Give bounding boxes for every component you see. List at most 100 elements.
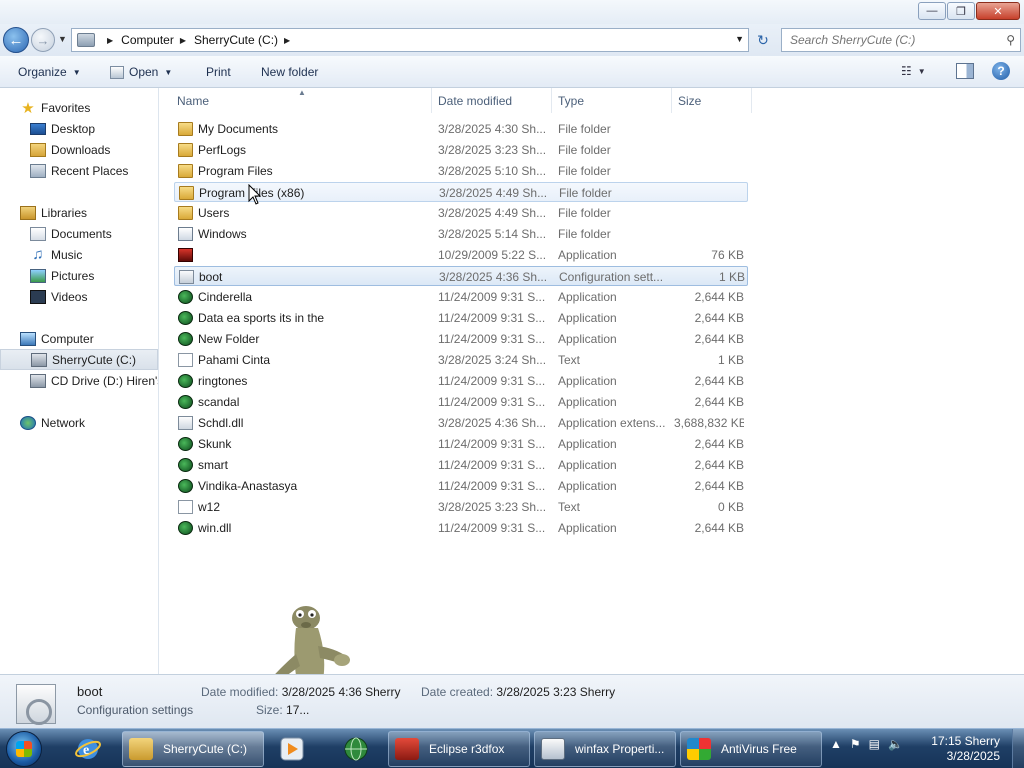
column-label: Name: [177, 93, 210, 108]
search-icon[interactable]: ⚲: [1006, 33, 1015, 47]
details-label: Date created:: [421, 685, 494, 699]
refresh-button[interactable]: ↻: [752, 28, 774, 52]
back-button[interactable]: ←: [3, 27, 29, 53]
taskbar-eclipse[interactable]: Eclipse r3dfox: [388, 731, 530, 767]
file-row[interactable]: smart 11/24/2009 9:31 S... Application 2,64…: [174, 455, 748, 475]
file-row[interactable]: Users 3/28/2025 4:49 Sh... File folder: [174, 203, 748, 223]
file-row[interactable]: PerfLogs 3/28/2025 3:23 Sh... File folder: [174, 140, 748, 160]
media-player-icon: [280, 737, 304, 761]
file-name: boot: [199, 270, 223, 284]
file-row[interactable]: Windows 3/28/2025 5:14 Sh... File folder: [174, 224, 748, 244]
breadcrumb-drive-c[interactable]: SherryCute (C:): [194, 33, 278, 47]
volume-muted-icon[interactable]: 🔈: [888, 737, 903, 751]
change-view-button[interactable]: ☷ ▼: [901, 64, 926, 78]
file-row[interactable]: Data ea sports its in the 11/24/2009 9:31…: [174, 308, 748, 328]
column-header-type[interactable]: Type: [552, 88, 672, 113]
column-header-size[interactable]: Size: [672, 88, 752, 113]
nav-label: Network: [41, 415, 86, 430]
minimize-button[interactable]: —: [918, 2, 946, 20]
file-date: 11/24/2009 9:31 S...: [438, 374, 546, 388]
taskbar-antivirus[interactable]: AntiVirus Free: [680, 731, 822, 767]
nav-music[interactable]: ♫ Music: [0, 244, 158, 265]
folder-icon: [178, 164, 193, 178]
file-date: 3/28/2025 3:24 Sh...: [438, 353, 547, 367]
details-date-modified: Date modified: 3/28/2025 4:36 Sherry: [201, 685, 400, 699]
file-row[interactable]: w12 3/28/2025 3:23 Sh... Text 0 KB: [174, 497, 748, 517]
breadcrumb-arrow-icon[interactable]: ▶: [107, 36, 113, 45]
nav-network[interactable]: Network: [0, 412, 158, 433]
nav-recent-places[interactable]: Recent Places: [0, 160, 158, 181]
action-center-flag-icon[interactable]: ⚑: [850, 737, 861, 751]
file-row[interactable]: Program Files 3/28/2025 5:10 Sh... File fo…: [174, 161, 748, 181]
breadcrumb-arrow-icon[interactable]: ▶: [180, 36, 186, 45]
column-label: Date modified: [438, 93, 513, 108]
file-row[interactable]: Schdl.dll 3/28/2025 4:36 Sh... Application…: [174, 413, 748, 433]
computer-icon: [77, 33, 95, 47]
file-size: 2,644 KB: [694, 395, 744, 409]
nav-downloads[interactable]: Downloads: [0, 139, 158, 160]
browser-icon: [395, 738, 419, 760]
network-status-icon[interactable]: ▤: [869, 737, 880, 751]
clock[interactable]: 17:15 Sherry 3/28/2025: [930, 734, 1000, 764]
file-row[interactable]: New Folder 11/24/2009 9:31 S... Applicatio…: [174, 329, 748, 349]
pictures-icon: [30, 268, 46, 283]
file-name: Users: [198, 206, 230, 220]
file-row[interactable]: boot 3/28/2025 4:36 Sh... Configuration se…: [174, 266, 748, 286]
nav-documents[interactable]: Documents: [0, 223, 158, 244]
file-row[interactable]: Pahami Cinta 3/28/2025 3:24 Sh... Text 1 KB: [174, 350, 748, 370]
breadcrumb-computer[interactable]: Computer: [121, 33, 174, 47]
file-type: Application: [558, 395, 617, 409]
file-row[interactable]: Vindika-Anastasya 11/24/2009 9:31 S... App…: [174, 476, 748, 496]
nav-favorites[interactable]: ★ Favorites: [0, 97, 158, 118]
new-folder-button[interactable]: New folder: [261, 60, 318, 84]
file-name: w12: [198, 500, 221, 514]
taskbar-explorer[interactable]: SherryCute (C:): [122, 731, 264, 767]
preview-pane-button[interactable]: [956, 63, 974, 79]
nav-libraries[interactable]: Libraries: [0, 202, 158, 223]
properties-window-icon: [541, 738, 565, 760]
details-value[interactable]: 3/28/2025 3:23 Sherry: [496, 685, 615, 699]
file-date: 3/28/2025 5:14 Sh...: [438, 227, 547, 241]
svg-text:e: e: [83, 743, 89, 758]
open-button[interactable]: Open ▼: [110, 60, 172, 84]
show-desktop-button[interactable]: [1012, 729, 1024, 768]
print-button[interactable]: Print: [206, 60, 231, 84]
address-dropdown[interactable]: ▼: [735, 34, 744, 44]
nav-drive-c[interactable]: SherryCute (C:): [0, 349, 158, 370]
taskbar: e SherryCute (C:) Eclipse r3dfox winfax …: [0, 728, 1024, 768]
forward-button[interactable]: →: [31, 28, 55, 52]
start-button[interactable]: [6, 731, 42, 767]
file-row[interactable]: Skunk 11/24/2009 9:31 S... Application 2,64…: [174, 434, 748, 454]
file-row[interactable]: scandal 11/24/2009 9:31 S... Application 2,…: [174, 392, 748, 412]
file-type: Application: [558, 479, 617, 493]
show-hidden-icons-icon[interactable]: ▲: [830, 737, 842, 751]
file-name: scandal: [198, 395, 240, 409]
maximize-button[interactable]: ❐: [947, 2, 975, 20]
file-row[interactable]: ringtones 11/24/2009 9:31 S... Application…: [174, 371, 748, 391]
nav-drive-d[interactable]: CD Drive (D:) Hiren's: [0, 370, 158, 391]
folder-icon: [179, 186, 194, 200]
file-row[interactable]: 10/29/2009 5:22 S... Application 76 KB: [174, 245, 748, 265]
search-box[interactable]: ⚲: [781, 28, 1021, 52]
file-row[interactable]: My Documents 3/28/2025 4:30 Sh... File fol…: [174, 119, 748, 139]
search-input[interactable]: [790, 33, 990, 47]
details-value[interactable]: 3/28/2025 4:36 Sherry: [282, 685, 401, 699]
nav-label: SherryCute (C:): [52, 352, 137, 367]
internet-explorer-button[interactable]: e: [68, 733, 108, 765]
address-bar[interactable]: ▶ Computer ▶ SherryCute (C:) ▶ ▼: [71, 28, 749, 52]
nav-computer[interactable]: Computer: [0, 328, 158, 349]
file-row[interactable]: Cinderella 11/24/2009 9:31 S... Applicatio…: [174, 287, 748, 307]
close-button[interactable]: ✕: [976, 2, 1020, 20]
help-button[interactable]: ?: [992, 62, 1010, 80]
nav-desktop[interactable]: Desktop: [0, 118, 158, 139]
taskbar-winfax[interactable]: winfax Properti...: [534, 731, 676, 767]
nav-pictures[interactable]: Pictures: [0, 265, 158, 286]
file-row[interactable]: win.dll 11/24/2009 9:31 S... Application 2,…: [174, 518, 748, 538]
breadcrumb-arrow-icon[interactable]: ▶: [284, 36, 290, 45]
nav-videos[interactable]: Videos: [0, 286, 158, 307]
column-header-date[interactable]: Date modified: [432, 88, 552, 113]
recent-pages-dropdown[interactable]: ▼: [58, 34, 67, 44]
organize-button[interactable]: Organize ▼: [18, 60, 81, 84]
network-app-button[interactable]: [336, 733, 376, 765]
media-player-button[interactable]: [272, 733, 312, 765]
